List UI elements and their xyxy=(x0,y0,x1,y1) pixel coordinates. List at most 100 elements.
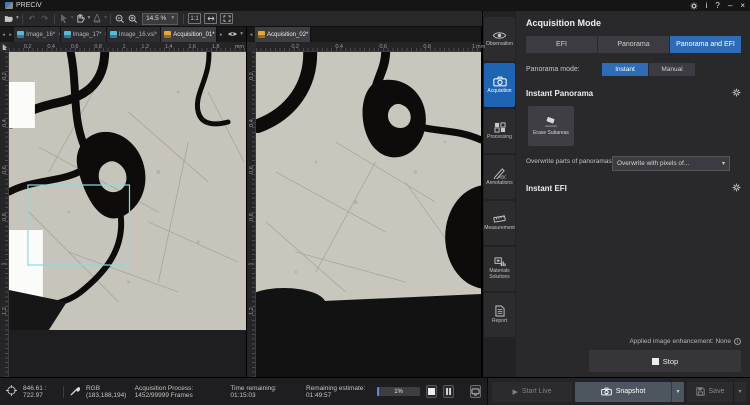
erase-subareas-button[interactable]: Erase Subareas xyxy=(528,106,574,146)
zoom-out-icon[interactable] xyxy=(114,12,126,25)
ruler-tick-label: 1 xyxy=(432,44,476,50)
snapshot-label: Snapshot xyxy=(616,388,646,395)
fullscreen-button[interactable] xyxy=(220,13,233,24)
ruler-tick-label: 0.2 xyxy=(9,44,33,50)
pointer-tool-icon[interactable] xyxy=(58,12,70,25)
sidebar-item-annotations[interactable]: ABC Annotations xyxy=(484,155,515,199)
pixel-rgb-value: RGB (183,188,194) xyxy=(86,385,129,399)
tab-scroll-right-icon[interactable]: ▸ xyxy=(7,27,14,42)
snapshot-dropdown-icon[interactable]: ▾ xyxy=(671,382,684,402)
mode-tab-efi[interactable]: EFI xyxy=(526,36,598,53)
sidebar-item-materials-solutions[interactable]: Materials Solutions xyxy=(484,247,515,291)
main-toolbar: ▾ ↶ ↷ ▾ ▾ ▾ xyxy=(0,11,482,27)
tab-label: Image_17* xyxy=(73,32,102,38)
ruler-tick-label: 0.4 xyxy=(33,44,57,50)
sidebar-item-measurement[interactable]: Measurement xyxy=(484,201,515,245)
enhancement-info-icon[interactable]: i xyxy=(734,338,741,345)
tab-acquisition-01[interactable]: Acquisition_01* × xyxy=(161,27,217,42)
start-live-button[interactable]: ▶ Start Live xyxy=(492,382,572,402)
ruler-corner-tool-icon[interactable] xyxy=(0,42,9,52)
open-file-icon[interactable] xyxy=(3,12,15,25)
instant-panorama-settings-gear-icon[interactable] xyxy=(732,88,741,99)
sidebar-item-label: Report xyxy=(492,319,507,325)
pan-hand-dropdown-icon[interactable]: ▾ xyxy=(88,16,91,22)
save-floppy-icon xyxy=(696,387,705,396)
redo-icon[interactable]: ↷ xyxy=(39,12,51,25)
mode-tab-panorama-and-efi[interactable]: Panorama and EFI xyxy=(670,36,741,53)
instant-efi-settings-gear-icon[interactable] xyxy=(732,183,741,194)
microscopy-image-2[interactable] xyxy=(256,52,481,377)
sidebar-item-label: Materials Solutions xyxy=(484,269,515,281)
ruler-tick-label: 1 xyxy=(103,44,127,50)
zoom-level-select[interactable]: 14.5 % ▾ xyxy=(142,13,178,25)
ruler-unit-label: mm xyxy=(235,44,246,50)
ruler-tick-label: 1.6 xyxy=(174,44,198,50)
layer-visibility-dropdown-icon[interactable]: ▾ xyxy=(240,32,243,38)
info-button[interactable]: i xyxy=(706,2,708,10)
pointer-tool-dropdown-icon[interactable]: ▾ xyxy=(71,16,74,22)
panorama-mode-manual-button[interactable]: Manual xyxy=(649,63,695,76)
ruler-tick-label: 1.2 xyxy=(247,287,256,334)
overwrite-dropdown[interactable]: Overwrite with pixels of... ▾ xyxy=(612,156,730,171)
annotation-tool-icon[interactable] xyxy=(91,12,103,25)
tab-overflow-icon[interactable]: ▸ xyxy=(217,32,225,38)
tab-scroll-left-icon[interactable]: ◂ xyxy=(0,27,7,42)
panorama-mode-instant-button[interactable]: Instant xyxy=(602,63,648,76)
acquisition-mode-panel: Acquisition Mode EFI Panorama Panorama a… xyxy=(516,11,750,377)
pan-hand-icon[interactable] xyxy=(75,12,87,25)
processing-icon xyxy=(494,122,506,133)
tab-scroll-left-icon[interactable]: ◂ xyxy=(247,27,255,42)
start-live-label: Start Live xyxy=(522,388,552,395)
sidebar-item-observation[interactable]: Observation xyxy=(484,17,515,61)
panorama-mode-row: Panorama mode: Instant Manual xyxy=(526,63,741,76)
toolbar-separator xyxy=(183,14,184,24)
settings-gear-icon[interactable] xyxy=(690,2,698,10)
save-dropdown-icon[interactable]: ▾ xyxy=(733,382,746,402)
stop-acquisition-button[interactable]: Stop xyxy=(589,350,741,372)
open-file-dropdown-icon[interactable]: ▾ xyxy=(16,16,19,22)
tab-image-16[interactable]: Image_16* × xyxy=(14,27,60,42)
annotation-tool-dropdown-icon[interactable]: ▾ xyxy=(104,16,107,22)
tab-image-17[interactable]: Image_17* × xyxy=(61,27,107,42)
pause-process-button[interactable] xyxy=(443,385,454,398)
save-button[interactable]: Save xyxy=(687,382,733,402)
fit-to-window-button[interactable] xyxy=(204,13,217,24)
svg-text:ABC: ABC xyxy=(499,174,506,178)
snapshot-button[interactable]: Snapshot xyxy=(575,382,671,402)
tab-label: Acquisition_01* xyxy=(173,32,214,38)
sidebar-item-label: Observation xyxy=(486,42,513,48)
ruler-tick-label: 0.6 xyxy=(56,44,80,50)
zoom-in-icon[interactable] xyxy=(127,12,139,25)
tab-label: Image_16* xyxy=(26,32,55,38)
overwrite-dropdown-value: Overwrite with pixels of... xyxy=(617,160,689,167)
actual-size-button[interactable]: 1:1 xyxy=(188,13,201,24)
display-monitor-button[interactable] xyxy=(470,385,481,398)
mode-tab-panorama[interactable]: Panorama xyxy=(598,36,670,53)
viewer-panel-1: ◂ ▸ Image_16* × Image_17* × xyxy=(0,27,247,377)
image-file-icon xyxy=(17,31,24,38)
help-button[interactable]: ? xyxy=(715,2,719,10)
pause-icon xyxy=(446,388,448,395)
sidebar-item-acquisition[interactable]: Acquisition xyxy=(484,63,515,107)
sidebar-item-report[interactable]: Report xyxy=(484,293,515,337)
tab-image-16-vsi[interactable]: Image_16.vsi* × xyxy=(107,27,161,42)
acquisition-progress-bar: 1% xyxy=(377,387,419,396)
sidebar-item-processing[interactable]: Processing xyxy=(484,109,515,153)
stage-coordinates: 846.61 : 722.97 xyxy=(23,385,57,399)
microscopy-image-1[interactable] xyxy=(9,52,246,377)
ruler-tick-label: 0.8 xyxy=(388,44,432,50)
close-button[interactable]: × xyxy=(740,2,745,10)
vertical-ruler-2: 0.2 0.4 0.6 0.8 1 1.2 xyxy=(247,52,256,377)
panorama-mode-label: Panorama mode: xyxy=(526,66,602,73)
stage-position-icon[interactable] xyxy=(6,385,17,398)
acquisition-file-icon xyxy=(258,31,265,38)
ruler-unit-label: mm xyxy=(476,44,487,50)
layer-visibility-eye-icon[interactable] xyxy=(228,31,237,39)
erase-subareas-label: Erase Subareas xyxy=(533,130,569,136)
minimize-button[interactable]: – xyxy=(728,2,732,10)
annotations-pen-icon: ABC xyxy=(493,168,506,179)
tab-acquisition-02[interactable]: Acquisition_02* × xyxy=(255,27,311,42)
ruler-tick-label: 0.8 xyxy=(0,193,9,240)
stop-process-button[interactable] xyxy=(426,385,437,398)
undo-icon[interactable]: ↶ xyxy=(26,12,38,25)
